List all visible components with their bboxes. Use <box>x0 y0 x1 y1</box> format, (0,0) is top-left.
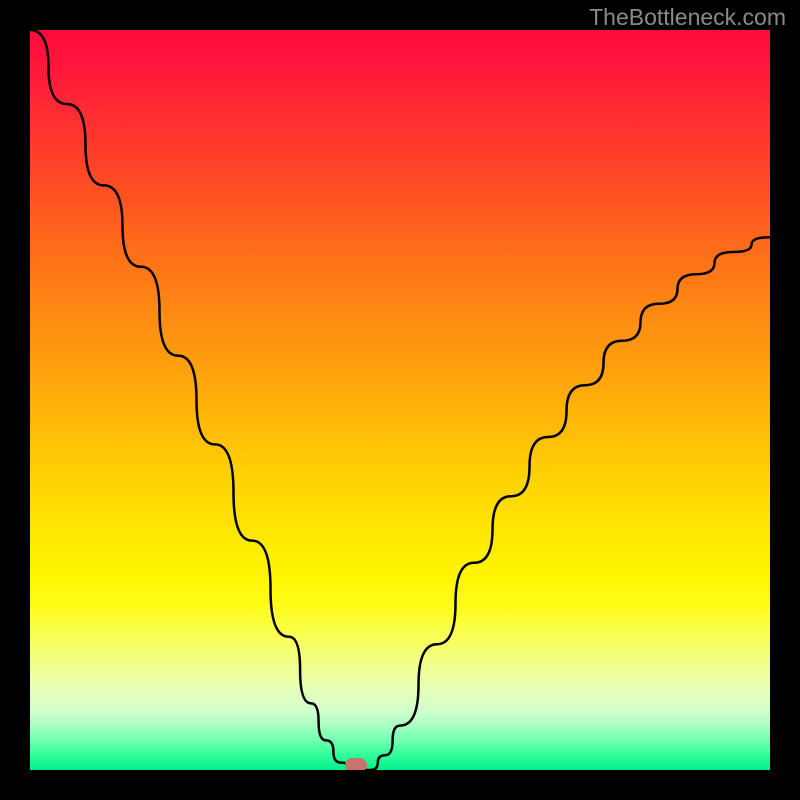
minimum-marker <box>345 758 367 770</box>
watermark-text: TheBottleneck.com <box>589 4 786 31</box>
plot-area <box>30 30 770 770</box>
chart-container: TheBottleneck.com <box>0 0 800 800</box>
bottleneck-curve-path <box>30 30 770 770</box>
curve-svg <box>30 30 770 770</box>
